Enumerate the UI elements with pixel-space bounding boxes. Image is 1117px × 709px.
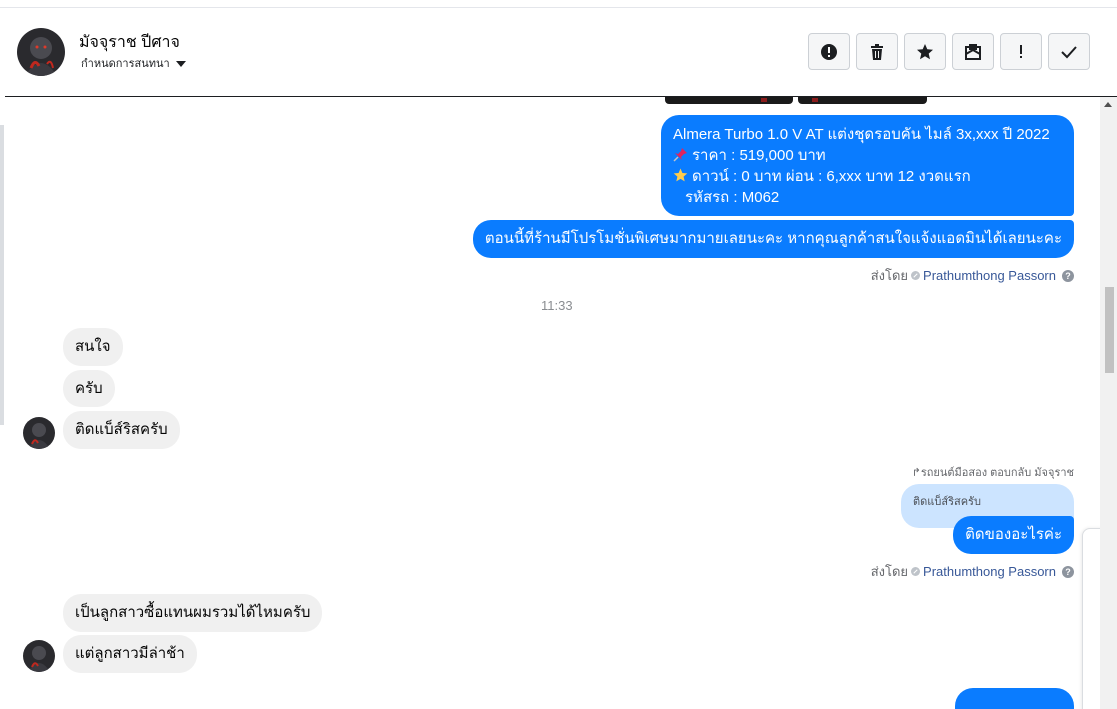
help-icon[interactable]: ?: [1062, 565, 1074, 578]
contact-name: มัจจุราช ปีศาจ: [79, 34, 180, 51]
incoming-message-4: เป็นลูกสาวซื้อแทนผมรวมได้ไหมครับ: [63, 594, 323, 632]
outgoing-reply-message: ติดของอะไรค่ะ: [953, 516, 1074, 554]
car-offer-message: Almera Turbo 1.0 V AT แต่งชุดรอบคัน ไมล์…: [661, 115, 1074, 216]
car-image-1[interactable]: [665, 97, 793, 104]
incoming-message-2: ครับ: [63, 370, 115, 407]
message-timestamp: 11:33: [541, 298, 573, 313]
price-text: ราคา : 519,000 บาท: [692, 147, 826, 164]
mark-spam-button[interactable]: [808, 33, 850, 70]
sender-name[interactable]: Prathumthong Passorn: [923, 268, 1056, 283]
pushpin-icon: [673, 148, 687, 162]
car-code-text: รหัสรถ : M062: [685, 189, 780, 206]
star-button[interactable]: [904, 33, 946, 70]
left-panel-scrollbar[interactable]: [0, 97, 5, 709]
trash-icon: [871, 43, 883, 60]
chat-scrollbar[interactable]: [1100, 97, 1117, 709]
outgoing-message-partial: [955, 688, 1074, 709]
incoming-message-3: ติดแบ็ส์ริสครับ: [63, 411, 180, 449]
payment-text: ดาวน์ : 0 บาท ผ่อน : 6,xxx บาท 12 งวดแรก: [692, 168, 971, 185]
mark-unread-button[interactable]: [952, 33, 994, 70]
car-image-2[interactable]: [798, 97, 927, 104]
scroll-up-icon[interactable]: [1104, 102, 1112, 107]
incoming-message-1: สนใจ: [63, 328, 123, 366]
left-scroll-thumb[interactable]: [0, 125, 4, 425]
sent-by-label: ส่งโดย: [870, 268, 909, 283]
help-icon[interactable]: ?: [1062, 269, 1074, 282]
assign-conversation-dropdown[interactable]: กำหนดการสนทนา: [81, 54, 186, 72]
caret-down-icon: [175, 60, 186, 67]
reply-arrow-icon: ↱: [911, 467, 921, 479]
sender-name[interactable]: Prathumthong Passorn: [923, 564, 1056, 579]
top-border: [0, 0, 1117, 8]
checkmark-icon: [1061, 45, 1077, 58]
reply-context: ↱รถยนต์มือสอง ตอบกลับ มัจจุราช: [912, 463, 1074, 481]
reply-context-text: รถยนต์มือสอง ตอบกลับ มัจจุราช: [920, 467, 1074, 479]
star-emoji-icon: [673, 168, 688, 182]
sender-avatar[interactable]: [23, 417, 55, 449]
alert-circle-icon: [821, 43, 837, 60]
sender-avatar-2[interactable]: [23, 640, 55, 672]
sent-by-info: ส่งโดย Prathumthong Passorn ?: [871, 265, 1074, 286]
follow-up-button[interactable]: [1000, 33, 1042, 70]
verified-icon: [911, 271, 921, 280]
incoming-message-5: แต่ลูกสาวมีล่าช้า: [63, 635, 197, 673]
assign-conversation-label: กำหนดการสนทนา: [81, 58, 170, 70]
mark-unread-icon: [965, 43, 981, 60]
chat-scroll-thumb[interactable]: [1105, 287, 1114, 373]
quoted-message-text: ติดแบ็ส์ริสครับ: [913, 496, 981, 508]
exclamation-icon: [1020, 44, 1022, 58]
contact-avatar[interactable]: [17, 28, 65, 76]
sent-by-label: ส่งโดย: [870, 564, 909, 579]
car-model-text: Almera Turbo 1.0 V AT แต่งชุดรอบคัน ไมล์…: [673, 126, 1050, 143]
header-actions: [808, 33, 1090, 70]
star-icon: [917, 43, 933, 59]
mark-done-button[interactable]: [1048, 33, 1090, 70]
promo-message: ตอนนี้ที่ร้านมีโปรโมชั่นพิเศษมากมายเลยนะ…: [472, 220, 1074, 258]
sent-by-info-2: ส่งโดย Prathumthong Passorn ?: [871, 561, 1074, 582]
conversation-header: มัจจุราช ปีศาจ กำหนดการสนทนา: [5, 8, 1117, 97]
delete-button[interactable]: [856, 33, 898, 70]
verified-icon: [911, 567, 921, 576]
